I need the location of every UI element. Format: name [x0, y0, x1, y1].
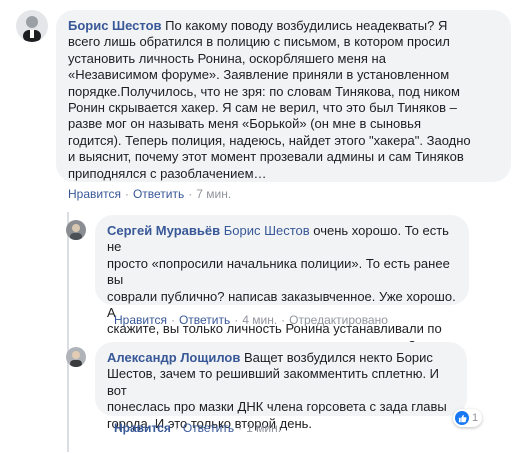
comment-text-line: всего лишь обратился в полицию с письмом… — [68, 34, 450, 50]
comment-actions-3: Нравится · Ответить · 1 мин. — [114, 421, 282, 435]
comment-actions-2: Нравится · Ответить · 4 мин. · Отредактировано — [114, 313, 388, 327]
comment-bubble-1: Борис Шестов По какому поводу возбудилис… — [56, 10, 511, 182]
comment-text-line: По какому поводу возбудились неадекваты?… — [165, 18, 448, 33]
comment-text-line: Ващет возбудился некто Борис — [243, 350, 433, 365]
avatar-sergey[interactable] — [66, 220, 86, 240]
comment-text-line: Ронин скрывается хакер. Я сам не верил, … — [68, 100, 457, 116]
reaction-count: 1 — [472, 412, 479, 424]
comment-text-line: годится). Теперь полиция, надеюсь, найде… — [68, 132, 471, 148]
like-icon — [455, 411, 469, 425]
comment-text-line: приподнялся с разоблачением… — [68, 165, 267, 181]
comment-text-line: и выяснит, почему этот момент прозевали … — [68, 149, 464, 165]
reply-button[interactable]: Ответить — [183, 421, 234, 435]
reaction-badge[interactable]: 1 — [453, 409, 483, 427]
avatar-alexander[interactable] — [66, 347, 86, 367]
comment-text-line: разве мог он называть меня «Борькой» (он… — [68, 116, 421, 132]
like-button[interactable]: Нравится — [114, 313, 167, 327]
reply-button[interactable]: Ответить — [179, 313, 230, 327]
reply-button[interactable]: Ответить — [133, 187, 184, 201]
comment-text-line: «Независимом форуме». Заявление приняли … — [68, 67, 450, 83]
comment-bubble-3: Александр Лощилов Ващет возбудился некто… — [95, 342, 467, 431]
comment-text-line: порядке.Получилось, что не зря: по слова… — [68, 83, 460, 99]
comment-author[interactable]: Александр Лощилов — [107, 350, 240, 365]
comment-text-line: понеслась про мазки ДНК члена горсовета … — [107, 399, 447, 415]
timestamp[interactable]: 1 мин. — [246, 421, 281, 435]
comment-bubble-2: Сергей Муравьёв Борис Шестов очень хорош… — [95, 215, 469, 353]
comment-author[interactable]: Борис Шестов — [68, 18, 162, 33]
comment-text-line: просто «попросили начальника полиции». Т… — [107, 255, 450, 288]
comment-text-line: установить личность Ронина, оскорбляшего… — [68, 50, 386, 66]
timestamp[interactable]: 7 мин. — [196, 187, 231, 201]
like-button[interactable]: Нравится — [68, 187, 121, 201]
thread-line — [67, 212, 69, 452]
edited-label[interactable]: Отредактировано — [289, 313, 388, 327]
avatar-boris[interactable] — [16, 10, 48, 42]
comment-actions-1: Нравится · Ответить · 7 мин. — [68, 187, 232, 201]
mention-link[interactable]: Борис Шестов — [224, 223, 310, 238]
like-button[interactable]: Нравится — [114, 421, 171, 435]
comment-author[interactable]: Сергей Муравьёв — [107, 223, 220, 238]
timestamp[interactable]: 4 мин. — [242, 313, 277, 327]
comment-text-line: Шестов, зачем то решивший закомментить с… — [107, 366, 440, 398]
